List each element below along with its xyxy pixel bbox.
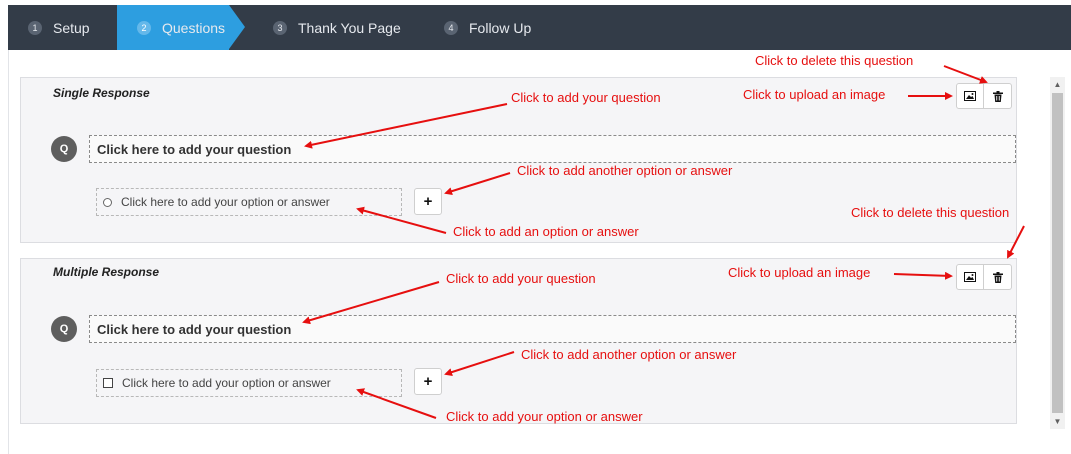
plus-icon: + bbox=[423, 193, 433, 210]
step-thank-you-page[interactable]: 3 Thank You Page bbox=[273, 5, 401, 50]
scrollbar[interactable]: ▲ ▼ bbox=[1050, 77, 1065, 429]
annotation-upload-image: Click to upload an image bbox=[743, 87, 886, 102]
question-type-title: Multiple Response bbox=[53, 265, 160, 279]
step-questions[interactable]: 2 Questions bbox=[117, 5, 245, 50]
add-option-button[interactable]: + bbox=[414, 188, 442, 215]
annotation-add-option: Click to add an option or answer bbox=[453, 224, 639, 239]
option-input[interactable]: Click here to add your option or answer bbox=[96, 188, 402, 216]
wizard-steps: 1 Setup 2 Questions 3 Thank You Page 4 F… bbox=[8, 5, 1071, 50]
plus-icon: + bbox=[423, 373, 433, 390]
step-number: 2 bbox=[137, 20, 151, 35]
step-number: 3 bbox=[273, 20, 287, 35]
trash-icon bbox=[992, 90, 1003, 102]
step-label: Thank You Page bbox=[298, 19, 401, 36]
step-setup[interactable]: 1 Setup bbox=[28, 5, 90, 50]
question-input[interactable]: Click here to add your question bbox=[89, 315, 1016, 343]
annotation-delete-question: Click to delete this question bbox=[851, 205, 1010, 220]
arrow-up-icon[interactable]: ▲ bbox=[1050, 77, 1065, 92]
step-label: Questions bbox=[162, 19, 226, 36]
step-label: Setup bbox=[53, 19, 90, 36]
add-option-button[interactable]: + bbox=[414, 368, 442, 395]
option-input[interactable]: Click here to add your option or answer bbox=[96, 369, 402, 397]
annotation-add-question: Click to add your question bbox=[446, 271, 596, 286]
step-follow-up[interactable]: 4 Follow Up bbox=[444, 5, 531, 50]
question-input[interactable]: Click here to add your question bbox=[89, 135, 1016, 163]
question-badge: Q bbox=[51, 136, 77, 162]
trash-icon bbox=[992, 271, 1003, 283]
step-number: 4 bbox=[444, 20, 458, 35]
annotation-add-option: Click to add your option or answer bbox=[446, 409, 643, 424]
image-icon bbox=[964, 91, 976, 101]
annotation-add-another-option: Click to add another option or answer bbox=[517, 163, 733, 178]
option-placeholder: Click here to add your option or answer bbox=[122, 376, 331, 390]
delete-question-button[interactable] bbox=[984, 264, 1012, 290]
annotation-add-another-option: Click to add another option or answer bbox=[521, 347, 737, 362]
step-number: 1 bbox=[28, 20, 42, 35]
questions-editor-page: 1 Setup 2 Questions 3 Thank You Page 4 F… bbox=[0, 0, 1071, 454]
annotation-delete-question: Click to delete this question bbox=[755, 53, 914, 68]
upload-image-button[interactable] bbox=[956, 83, 984, 109]
delete-question-button[interactable] bbox=[984, 83, 1012, 109]
question-badge: Q bbox=[51, 316, 77, 342]
annotation-upload-image: Click to upload an image bbox=[728, 265, 871, 280]
step-label: Follow Up bbox=[469, 19, 532, 36]
question-type-title: Single Response bbox=[53, 86, 150, 100]
annotation-add-question: Click to add your question bbox=[511, 90, 661, 105]
radio-icon bbox=[103, 197, 112, 207]
checkbox-icon bbox=[103, 378, 113, 388]
option-placeholder: Click here to add your option or answer bbox=[121, 195, 330, 209]
image-icon bbox=[964, 272, 976, 282]
arrow-down-icon[interactable]: ▼ bbox=[1050, 414, 1065, 429]
upload-image-button[interactable] bbox=[956, 264, 984, 290]
scrollbar-thumb[interactable] bbox=[1052, 93, 1063, 413]
